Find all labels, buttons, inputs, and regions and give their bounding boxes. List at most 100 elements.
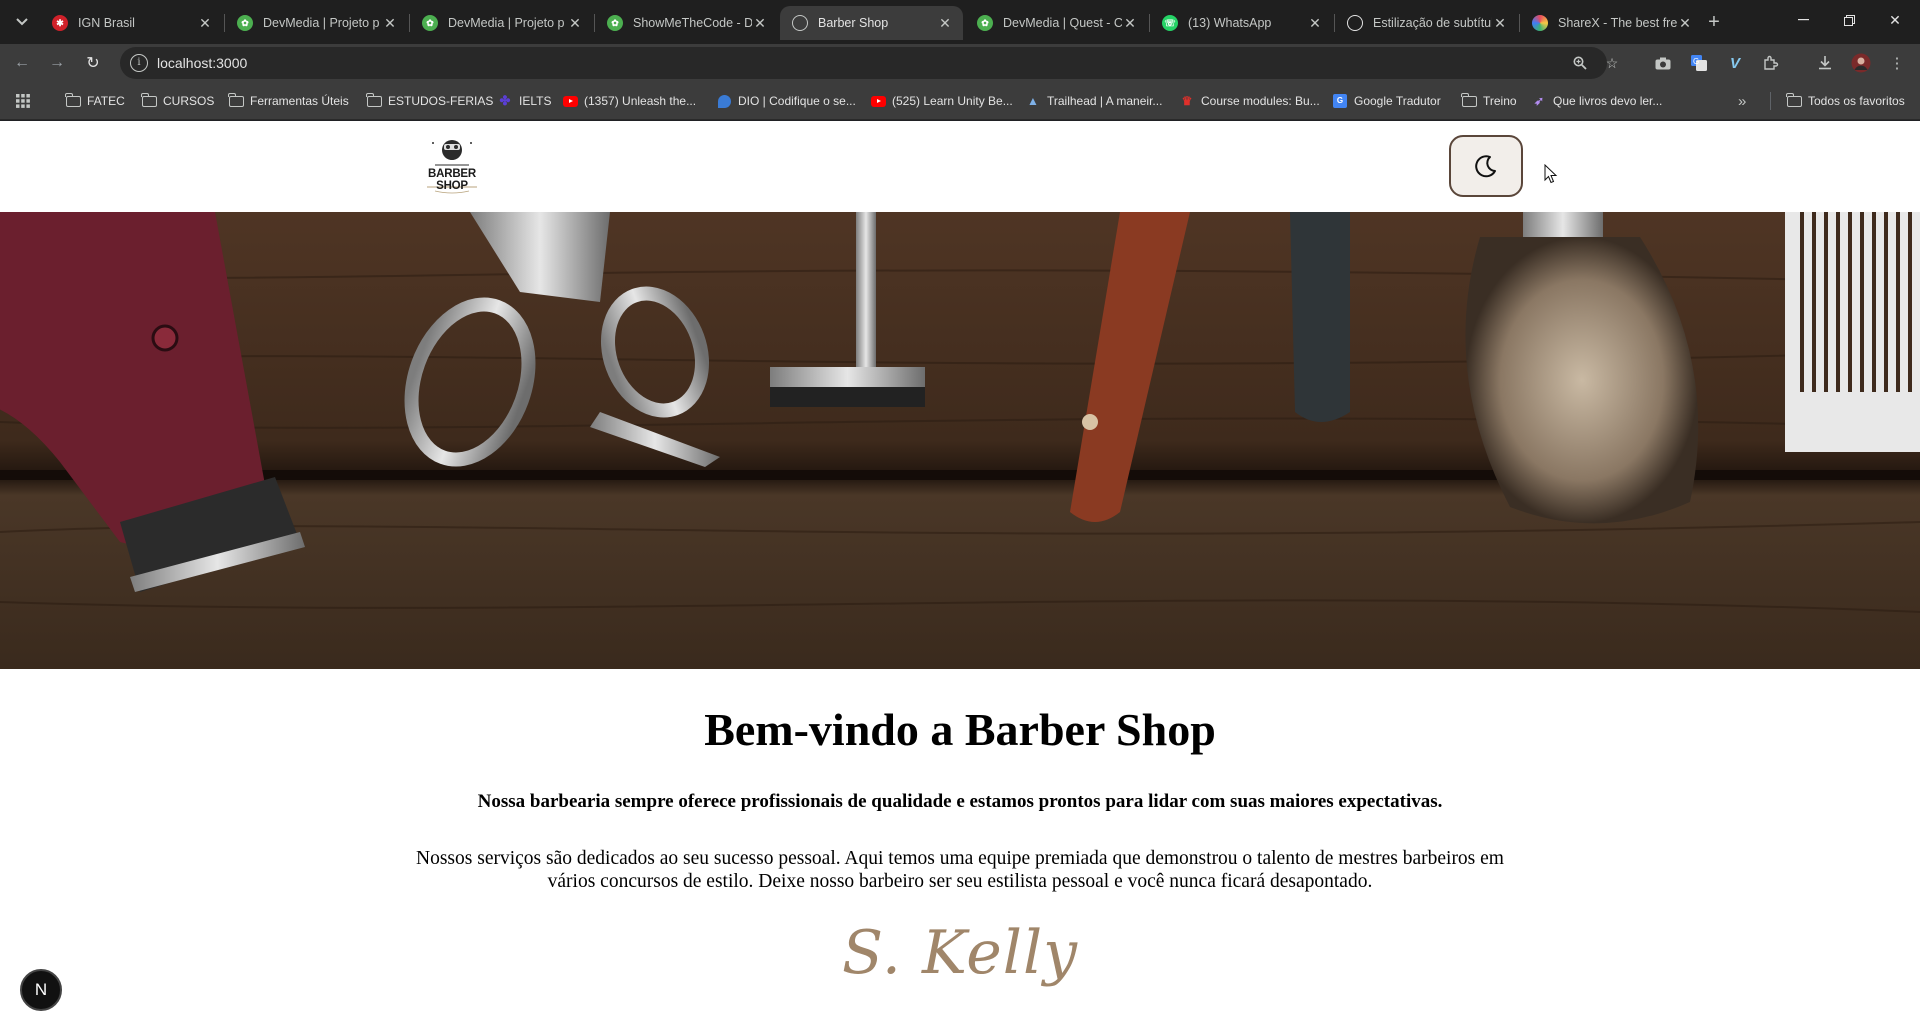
bookmark-dio[interactable]: DIO | Codifique o se... — [716, 92, 856, 110]
browser-toolbar: ← → ↻ i localhost:3000 ☆ G V ⋮ — [0, 44, 1920, 82]
bookmark-todos-favoritos[interactable]: Todos os favoritos — [1786, 92, 1905, 110]
restore-icon — [1843, 14, 1855, 26]
folder-icon — [141, 92, 157, 108]
tab-whatsapp[interactable]: ☏ (13) WhatsApp ✕ — [1150, 6, 1333, 40]
tab-devmedia-2[interactable]: ✿ DevMedia | Projeto p ✕ — [410, 6, 593, 40]
folder-icon — [228, 92, 244, 108]
bookmark-fatec[interactable]: FATEC — [65, 92, 125, 110]
folder-icon — [65, 92, 81, 108]
signature-text: S. Kelly — [841, 918, 1079, 988]
tab-chatgpt[interactable]: Estilização de subtítul ✕ — [1335, 6, 1518, 40]
close-tab-icon[interactable]: ✕ — [937, 15, 953, 32]
close-icon: ✕ — [1889, 11, 1901, 28]
zoom-icon[interactable] — [1570, 53, 1590, 73]
rocket-icon: ➶ — [1533, 94, 1545, 108]
reload-icon: ↻ — [86, 55, 100, 72]
bookmark-trailhead[interactable]: ▲ Trailhead | A maneir... — [1025, 92, 1162, 110]
dio-icon — [716, 94, 732, 108]
tab-barber-shop[interactable]: Barber Shop ✕ — [780, 6, 963, 40]
barber-shop-logo[interactable]: BARBER SHOP — [413, 135, 491, 199]
ielts-icon: ✤ — [499, 93, 511, 108]
bookmark-youtube-1357[interactable]: (1357) Unleash the... — [562, 92, 696, 110]
vimeo-extension-icon[interactable]: V — [1723, 51, 1747, 75]
site-info-icon[interactable]: i — [130, 54, 148, 72]
close-tab-icon[interactable]: ✕ — [1307, 15, 1323, 32]
youtube-icon — [870, 94, 886, 108]
new-tab-button[interactable]: + — [1700, 8, 1728, 36]
extensions-puzzle-icon[interactable] — [1759, 51, 1783, 75]
chevron-double-right-icon: » — [1738, 92, 1747, 110]
close-window-button[interactable]: ✕ — [1872, 0, 1918, 40]
sharex-icon — [1532, 15, 1548, 31]
minimize-button[interactable] — [1780, 0, 1826, 40]
bookmark-google-tradutor[interactable]: G Google Tradutor — [1332, 92, 1441, 110]
reload-button[interactable]: ↻ — [79, 49, 107, 77]
bookmark-cursos[interactable]: CURSOS — [141, 92, 214, 110]
close-tab-icon[interactable]: ✕ — [197, 15, 213, 32]
tab-devmedia-quest[interactable]: ✿ DevMedia | Quest - C ✕ — [965, 6, 1148, 40]
forward-button[interactable]: → — [43, 49, 71, 77]
tab-sharex[interactable]: ShareX - The best fre ✕ — [1520, 6, 1703, 40]
svg-text:G: G — [1693, 57, 1699, 66]
close-tab-icon[interactable]: ✕ — [382, 15, 398, 32]
bookmark-estudos-ferias[interactable]: ESTUDOS-FERIAS — [366, 92, 493, 110]
profile-avatar[interactable] — [1849, 51, 1873, 75]
tab-search-button[interactable] — [8, 8, 36, 36]
bookmark-ferramentas[interactable]: Ferramentas Úteis — [228, 92, 349, 110]
devmedia-icon: ✿ — [422, 15, 438, 31]
translate-extension-icon[interactable]: G — [1687, 51, 1711, 75]
arrow-right-icon: → — [49, 54, 65, 71]
apps-grid-button[interactable] — [16, 92, 30, 110]
bookmark-star-icon[interactable]: ☆ — [1602, 53, 1622, 73]
minimize-icon — [1797, 19, 1809, 21]
bookmark-ielts[interactable]: ✤ IELTS — [497, 92, 552, 110]
devmedia-icon: ✿ — [237, 15, 253, 31]
lead-paragraph: Nossa barbearia sempre oferece profissio… — [477, 791, 1443, 812]
bookmark-que-livros[interactable]: ➶ Que livros devo ler... — [1531, 92, 1662, 110]
trailhead-icon: ▲ — [1027, 94, 1039, 108]
back-button[interactable]: ← — [8, 49, 36, 77]
openai-icon — [1347, 15, 1363, 31]
mouse-cursor-icon — [1544, 164, 1558, 184]
download-icon[interactable] — [1813, 51, 1837, 75]
description-paragraph: Nossos serviços são dedicados ao seu suc… — [416, 848, 1504, 892]
nextjs-dev-badge[interactable]: N — [20, 969, 62, 1011]
course-icon: ♛ — [1181, 94, 1193, 108]
restore-button[interactable] — [1826, 0, 1872, 40]
globe-icon — [792, 15, 808, 31]
bookmark-youtube-525[interactable]: (525) Learn Unity Be... — [870, 92, 1013, 110]
youtube-icon — [562, 94, 578, 108]
close-tab-icon[interactable]: ✕ — [1122, 15, 1138, 32]
barber-tools-illustration — [0, 212, 1920, 669]
bookmark-course-modules[interactable]: ♛ Course modules: Bu... — [1179, 92, 1320, 110]
folder-icon — [366, 92, 382, 108]
tab-devmedia-1[interactable]: ✿ DevMedia | Projeto p ✕ — [225, 6, 408, 40]
tab-showmethecode[interactable]: ✿ ShowMeTheCode - D ✕ — [595, 6, 778, 40]
url-text[interactable]: localhost:3000 — [157, 55, 247, 71]
tab-ign[interactable]: ✱ IGN Brasil ✕ — [40, 6, 223, 40]
bookmarks-divider — [1770, 92, 1771, 110]
close-tab-icon[interactable]: ✕ — [1677, 15, 1693, 32]
nextjs-icon: N — [34, 980, 48, 999]
bookmarks-overflow-button[interactable]: » — [1738, 92, 1746, 110]
folder-icon — [1786, 92, 1802, 108]
address-bar[interactable]: i localhost:3000 ☆ — [120, 47, 1618, 79]
moon-icon — [1475, 155, 1496, 178]
close-tab-icon[interactable]: ✕ — [752, 15, 768, 32]
close-tab-icon[interactable]: ✕ — [1492, 15, 1508, 32]
bookmark-treino[interactable]: Treino — [1461, 92, 1517, 110]
site-header: BARBER SHOP — [0, 121, 1920, 212]
web-page: BARBER SHOP Bem-vindo a Barber Shop Noss… — [0, 121, 1920, 1032]
welcome-heading: Bem-vindo a Barber Shop — [704, 704, 1216, 755]
browser-tab-strip: ✱ IGN Brasil ✕ ✿ DevMedia | Projeto p ✕ … — [0, 0, 1920, 44]
kebab-menu-icon[interactable]: ⋮ — [1885, 51, 1909, 75]
dark-mode-toggle-button[interactable] — [1449, 135, 1523, 197]
ign-icon: ✱ — [52, 15, 68, 31]
devmedia-icon: ✿ — [977, 15, 993, 31]
hero-barber-tools-image — [0, 212, 1920, 669]
arrow-left-icon: ← — [14, 54, 30, 71]
close-tab-icon[interactable]: ✕ — [567, 15, 583, 32]
folder-icon — [1461, 92, 1477, 108]
bookmarks-bar: FATEC CURSOS Ferramentas Úteis ESTUDOS-F… — [0, 82, 1920, 120]
screenshot-extension-icon[interactable] — [1651, 51, 1675, 75]
